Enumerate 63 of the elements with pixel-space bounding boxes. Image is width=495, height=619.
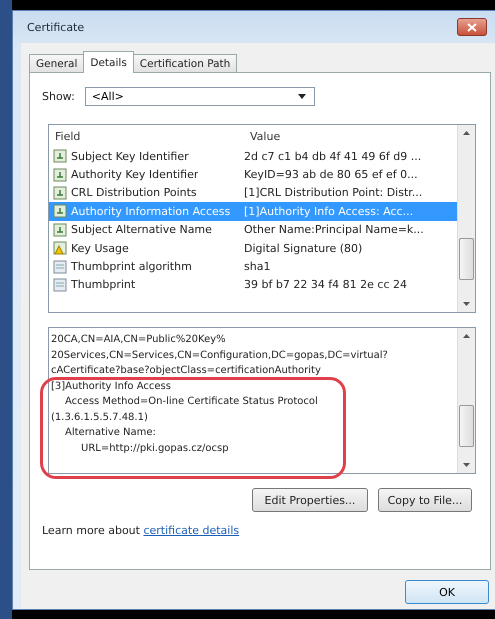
detail-line: 20CA,CN=AIA,CN=Public%20Key% — [51, 333, 227, 347]
field-name: Key Usage — [71, 242, 129, 255]
certificate-extension-icon — [53, 222, 67, 237]
detail-line: [3]Authority Info Access — [51, 380, 172, 394]
field-value: [1]CRL Distribution Point: Distr... — [244, 186, 424, 200]
learn-more-text: Learn more about certificate details — [42, 524, 240, 537]
field-name: CRL Distribution Points — [71, 186, 197, 200]
field-name: Thumbprint algorithm — [71, 260, 192, 274]
field-value: Digital Signature (80) — [244, 242, 364, 255]
certificate-extension-icon — [53, 149, 67, 164]
scrollbar[interactable] — [457, 328, 475, 473]
column-header[interactable]: Value — [244, 130, 457, 142]
details-link[interactable]: certificate details — [143, 524, 240, 537]
ok-button[interactable]: OK — [405, 580, 489, 604]
property-icon — [53, 278, 67, 292]
window-title: Certificate — [26, 20, 84, 34]
scroll-down-arrow[interactable] — [462, 299, 471, 308]
tab[interactable]: Details — [83, 51, 134, 73]
field-row[interactable]: Key Usage Digital Signature (80) — [49, 238, 457, 258]
field-value: 2d c7 c1 b4 db 4f 41 49 6f d9 ... — [244, 150, 422, 163]
field-name: Authority Key Identifier — [71, 168, 198, 182]
warning-key-icon — [53, 241, 67, 256]
field-name: Thumbprint — [71, 278, 136, 292]
field-name: Authority Information Access — [71, 204, 230, 218]
detail-line: Access Method=On-line Certificate Status Protocol (1.3.6.1.5.5.7.48.1) — [51, 395, 319, 424]
field-name: Subject Key Identifier — [71, 150, 189, 163]
tab[interactable]: General — [29, 54, 84, 73]
field-row[interactable]: CRL Distribution Points [1]CRL Distribution Point: Distr... — [49, 184, 457, 202]
detail-line: cACertificate?base?objectClass=certificationAuthority — [51, 364, 322, 378]
detail-text-box[interactable] — [48, 327, 476, 474]
field-name: Subject Alternative Name — [71, 223, 212, 236]
detail-line: Alternative Name: — [64, 426, 157, 440]
scrollbar-thumb[interactable] — [459, 238, 474, 280]
field-row[interactable]: Thumbprint algorithm sha1 — [49, 257, 457, 276]
scrollbar-thumb[interactable] — [459, 404, 474, 446]
field-row[interactable]: Thumbprint 39 bf b7 22 34 f4 81 2e cc 24 — [49, 276, 457, 294]
caret-icon — [298, 94, 306, 99]
show-label: Show: — [42, 90, 75, 103]
scroll-up-arrow[interactable] — [462, 129, 471, 138]
field-value: [1]Authority Info Access: Acc... — [244, 204, 414, 218]
certificate-extension-icon — [53, 168, 67, 182]
field-row[interactable]: Authority Key Identifier KeyID=93 ab de 80 65 ef ef 0... — [49, 165, 457, 184]
certificate-extension-icon — [53, 204, 67, 218]
field-row[interactable]: Subject Alternative Name Other Name:Principal Name=k... — [49, 220, 457, 239]
scrollbar[interactable] — [457, 125, 475, 312]
detail-line: 20Services,CN=Services,CN=Configuration,DC=gopas,DC=virtual? — [51, 348, 389, 362]
certificate-extension-icon — [53, 186, 67, 200]
action-button[interactable]: Edit Properties... — [252, 488, 368, 512]
detail-line: URL=http://pki.gopas.cz/ocsp — [80, 442, 230, 456]
property-icon — [53, 260, 67, 274]
field-value: 39 bf b7 22 34 f4 81 2e cc 24 — [244, 278, 408, 292]
scroll-up-arrow[interactable] — [462, 332, 471, 341]
column-header[interactable]: Field — [49, 130, 244, 142]
field-value: KeyID=93 ab de 80 65 ef ef 0... — [244, 168, 419, 182]
field-value: Other Name:Principal Name=k... — [244, 223, 425, 236]
action-button[interactable]: Copy to File... — [378, 488, 472, 512]
field-row[interactable]: Subject Key Identifier 2d c7 c1 b4 db 4f 41 49 6f d9 ... — [49, 147, 457, 166]
tab[interactable]: Certification Path — [132, 54, 238, 73]
show-dropdown[interactable]: <All> — [84, 87, 315, 106]
close-icon — [467, 22, 477, 32]
field-value: sha1 — [244, 260, 272, 274]
scroll-down-arrow[interactable] — [462, 460, 471, 469]
close-button[interactable] — [457, 18, 487, 36]
